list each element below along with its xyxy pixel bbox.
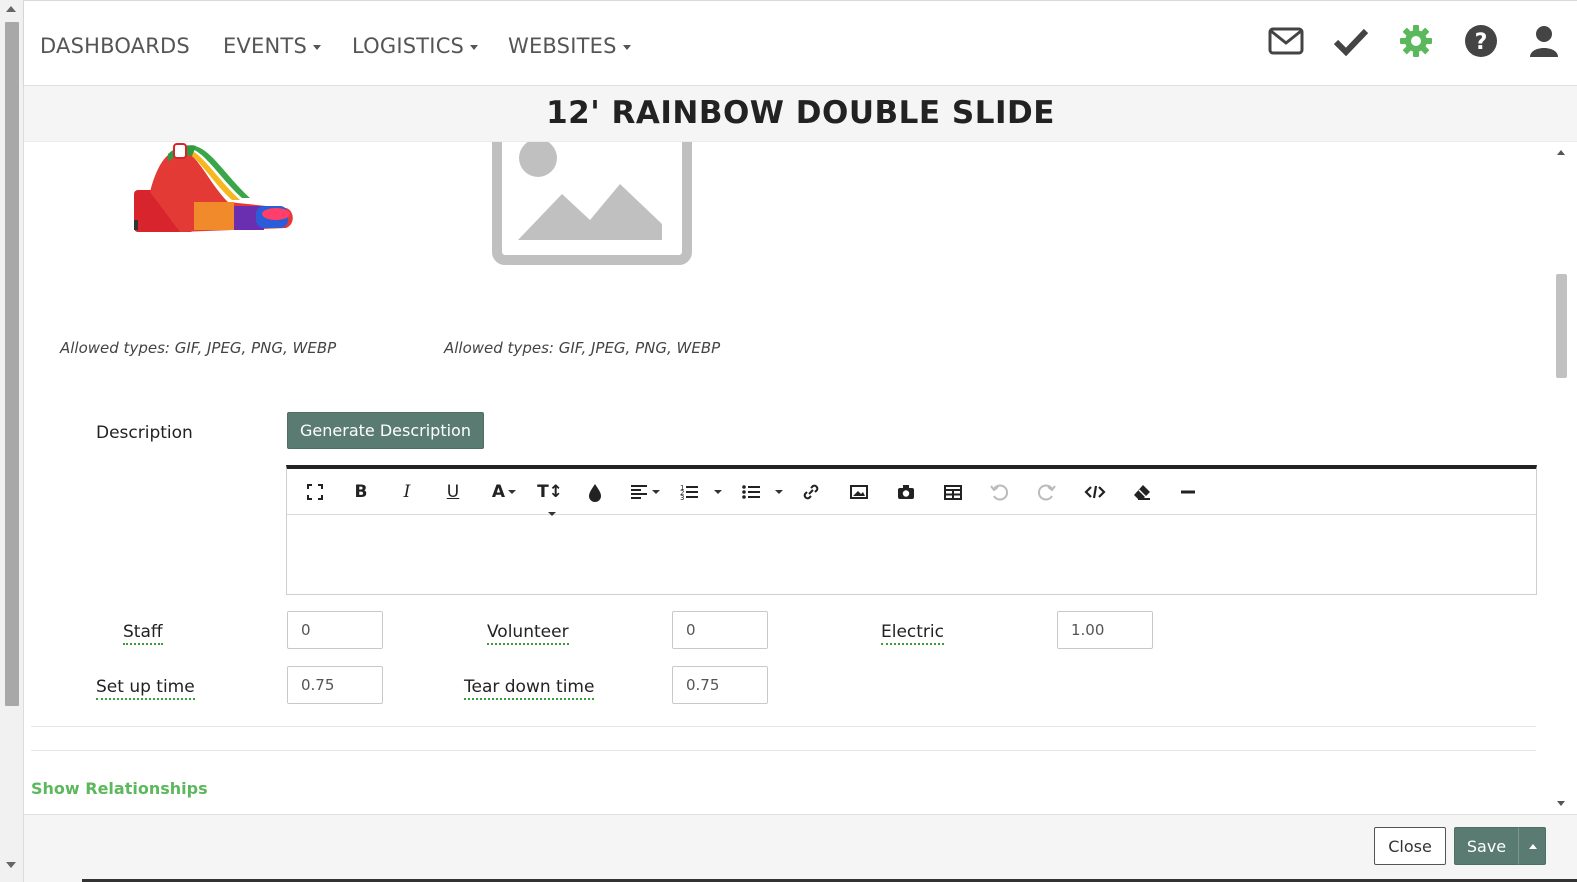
page-scrollbar[interactable]: [0, 0, 24, 882]
font-color-icon[interactable]: A: [487, 481, 521, 503]
description-editor: B I U A T↕ 123: [286, 465, 1537, 595]
scroll-up-arrow[interactable]: [1557, 150, 1565, 155]
save-button[interactable]: Save: [1454, 827, 1519, 865]
staff-input[interactable]: [287, 611, 383, 649]
generate-description-button[interactable]: Generate Description: [287, 412, 484, 449]
nav-events[interactable]: EVENTS: [223, 34, 321, 58]
caret-down-icon: [622, 44, 631, 50]
italic-icon[interactable]: I: [397, 481, 417, 503]
volunteer-input[interactable]: [672, 611, 768, 649]
scroll-up-arrow[interactable]: [6, 6, 16, 12]
ordered-list-dropdown[interactable]: [711, 481, 722, 503]
nav-logistics[interactable]: LOGISTICS: [352, 34, 479, 58]
electric-input[interactable]: [1057, 611, 1153, 649]
scroll-down-arrow[interactable]: [1557, 801, 1565, 806]
unordered-list-dropdown[interactable]: [772, 481, 783, 503]
description-label: Description: [96, 423, 193, 443]
nav-dashboards[interactable]: DASHBOARDS: [40, 34, 190, 58]
divider: [31, 726, 1536, 727]
caret-down-icon: [470, 44, 479, 50]
show-relationships-link[interactable]: Show Relationships: [31, 779, 208, 798]
image-placeholder[interactable]: [492, 142, 692, 270]
caret-up-icon: [1529, 844, 1537, 849]
scrollbar-thumb[interactable]: [1556, 274, 1567, 378]
setup-time-input[interactable]: [287, 666, 383, 704]
code-view-icon[interactable]: [1084, 481, 1106, 503]
volunteer-label: Volunteer: [487, 622, 569, 645]
page-title: 12' RAINBOW DOUBLE SLIDE: [546, 95, 1055, 131]
svg-text:?: ?: [1475, 30, 1488, 55]
highlight-icon[interactable]: [585, 481, 605, 503]
close-button[interactable]: Close: [1374, 827, 1446, 865]
user-icon[interactable]: [1526, 23, 1562, 59]
top-navigation: DASHBOARDS EVENTS LOGISTICS WEBSITES ?: [24, 0, 1577, 86]
envelope-icon[interactable]: [1268, 23, 1304, 59]
electric-label: Electric: [881, 622, 944, 645]
align-icon[interactable]: [627, 481, 661, 503]
staff-label: Staff: [123, 622, 163, 645]
camera-icon[interactable]: [896, 481, 916, 503]
content-scrollbar[interactable]: [1554, 142, 1568, 814]
help-icon[interactable]: ?: [1463, 23, 1499, 59]
modal-content: Allowed types: GIF, JPEG, PNG, WEBP Allo…: [24, 142, 1554, 814]
horizontal-rule-icon[interactable]: [1178, 481, 1198, 503]
font-size-icon[interactable]: T↕: [533, 481, 567, 516]
gear-icon[interactable]: [1398, 23, 1434, 59]
allowed-types-text: Allowed types: GIF, JPEG, PNG, WEBP: [60, 339, 337, 357]
link-icon[interactable]: [801, 481, 821, 503]
image-icon[interactable]: [849, 481, 869, 503]
save-options-dropdown[interactable]: [1518, 827, 1546, 865]
product-image[interactable]: [110, 142, 296, 240]
scrollbar-thumb[interactable]: [5, 22, 19, 706]
editor-toolbar: B I U A T↕ 123: [287, 469, 1536, 516]
setup-time-label: Set up time: [96, 677, 195, 700]
svg-text:3: 3: [680, 494, 684, 502]
teardown-time-input[interactable]: [672, 666, 768, 704]
teardown-time-label: Tear down time: [464, 677, 595, 700]
checkmark-icon[interactable]: [1333, 23, 1369, 59]
underline-icon[interactable]: U: [443, 481, 463, 503]
allowed-types-text: Allowed types: GIF, JPEG, PNG, WEBP: [444, 339, 721, 357]
divider: [31, 750, 1536, 751]
eraser-icon[interactable]: [1132, 481, 1152, 503]
undo-icon[interactable]: [989, 481, 1009, 503]
fullscreen-icon[interactable]: [305, 481, 325, 503]
caret-down-icon: [312, 44, 321, 50]
title-bar: 12' RAINBOW DOUBLE SLIDE: [24, 86, 1577, 142]
redo-icon[interactable]: [1037, 481, 1057, 503]
editor-content-area[interactable]: [287, 516, 1536, 595]
scroll-down-arrow[interactable]: [6, 862, 16, 868]
ordered-list-icon[interactable]: 123: [679, 481, 699, 503]
table-icon[interactable]: [943, 481, 963, 503]
modal-footer: Close Save: [24, 814, 1577, 882]
nav-websites[interactable]: WEBSITES: [508, 34, 631, 58]
bold-icon[interactable]: B: [351, 481, 371, 503]
unordered-list-icon[interactable]: [741, 481, 761, 503]
